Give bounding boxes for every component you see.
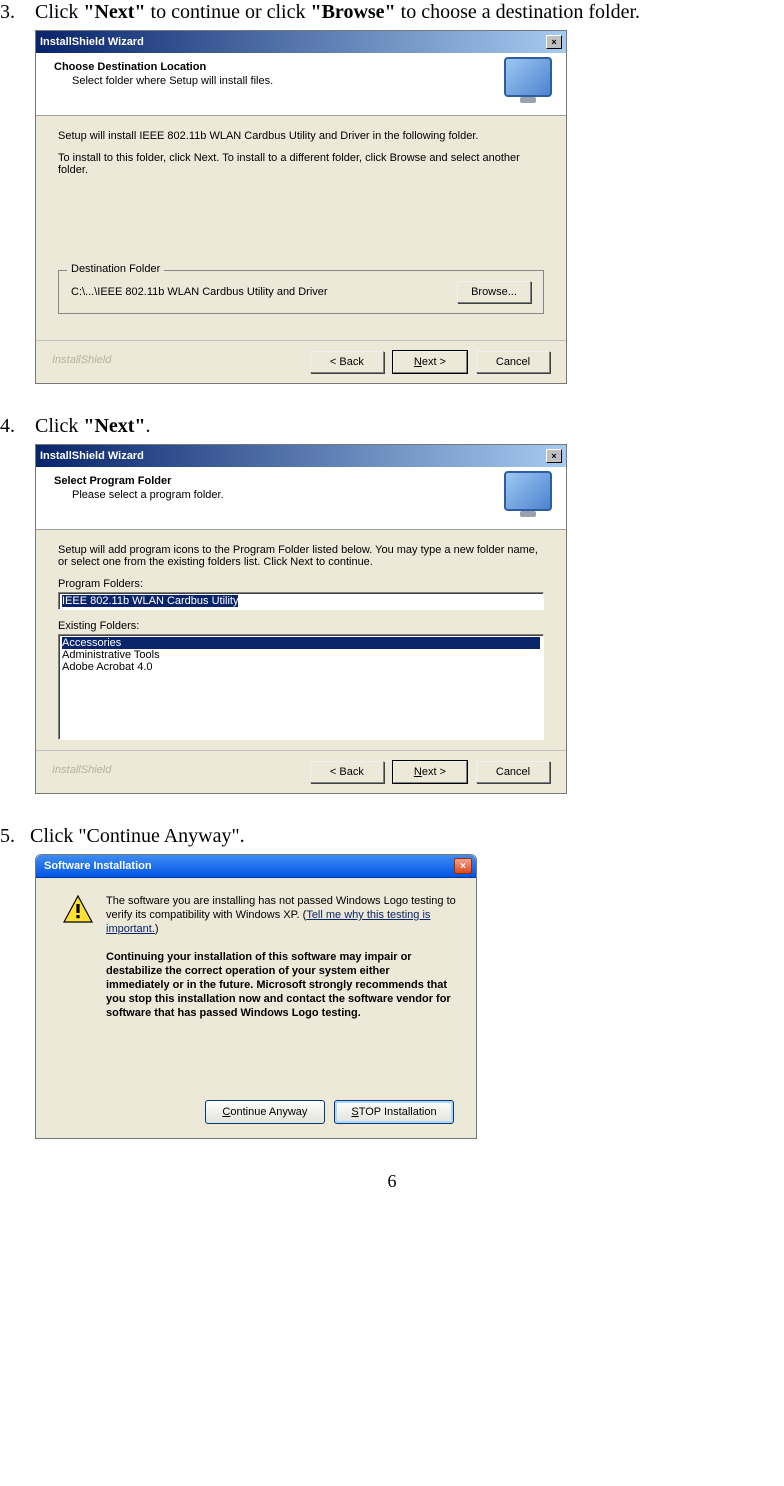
window-title: InstallShield Wizard (40, 450, 144, 462)
list-item[interactable]: Accessories (62, 637, 540, 649)
close-icon[interactable]: × (546, 449, 562, 463)
step-3: 3. Click "Next" to continue or click "Br… (0, 0, 784, 384)
back-button[interactable]: < Back (310, 761, 384, 783)
window-title: Software Installation (44, 860, 152, 872)
header-subtitle: Please select a program folder. (72, 489, 554, 501)
wizard-footer: InstallShield < Back Next > Cancel (36, 340, 566, 383)
dialog-body: The software you are installing has not … (36, 878, 476, 1138)
step-5: 5.Click "Continue Anyway". Software Inst… (0, 824, 784, 1139)
titlebar[interactable]: InstallShield Wizard × (36, 31, 566, 53)
page-number: 6 (0, 1171, 784, 1192)
next-button[interactable]: Next > (393, 351, 467, 373)
wizard-content: Setup will install IEEE 802.11b WLAN Car… (36, 116, 566, 340)
document-page: 3. Click "Next" to continue or click "Br… (0, 0, 784, 1202)
cancel-button[interactable]: Cancel (476, 761, 550, 783)
titlebar[interactable]: Software Installation × (36, 855, 476, 878)
header-title: Choose Destination Location (54, 61, 554, 73)
computer-icon (504, 471, 554, 521)
program-folders-label: Program Folders: (58, 578, 544, 590)
existing-folders-label: Existing Folders: (58, 620, 544, 632)
wizard-header: Select Program Folder Please select a pr… (36, 467, 566, 530)
wizard-header: Choose Destination Location Select folde… (36, 53, 566, 116)
close-icon[interactable]: × (546, 35, 562, 49)
browse-button[interactable]: Browse... (457, 281, 531, 303)
header-subtitle: Select folder where Setup will install f… (72, 75, 554, 87)
wizard-footer: InstallShield < Back Next > Cancel (36, 750, 566, 793)
destination-folder-group: Destination Folder C:\...\IEEE 802.11b W… (58, 270, 544, 314)
continue-anyway-button[interactable]: Continue Anyway (205, 1100, 325, 1124)
installshield-brand: InstallShield (52, 354, 111, 366)
program-folder-input[interactable]: IEEE 802.11b WLAN Cardbus Utility (58, 592, 544, 610)
wizard-content: Setup will add program icons to the Prog… (36, 530, 566, 750)
step-3-text: 3. Click "Next" to continue or click "Br… (0, 0, 784, 24)
screenshot-3: Software Installation × The software you… (35, 854, 477, 1139)
destination-path: C:\...\IEEE 802.11b WLAN Cardbus Utility… (71, 286, 457, 298)
wizard-body: Select Program Folder Please select a pr… (36, 467, 566, 793)
titlebar[interactable]: InstallShield Wizard × (36, 445, 566, 467)
cancel-button[interactable]: Cancel (476, 351, 550, 373)
wizard-body: Choose Destination Location Select folde… (36, 53, 566, 383)
screenshot-1: InstallShield Wizard × Choose Destinatio… (35, 30, 567, 384)
warning-text: The software you are installing has not … (106, 894, 456, 936)
next-button[interactable]: Next > (393, 761, 467, 783)
back-button[interactable]: < Back (310, 351, 384, 373)
list-item[interactable]: Adobe Acrobat 4.0 (62, 661, 540, 673)
warning-icon (62, 894, 94, 926)
installshield-brand: InstallShield (52, 764, 111, 776)
close-icon[interactable]: × (454, 858, 472, 874)
dialog-footer: Continue Anyway STOP Installation (50, 1090, 462, 1138)
destination-folder-legend: Destination Folder (67, 263, 164, 275)
screenshot-2: InstallShield Wizard × Select Program Fo… (35, 444, 567, 794)
window-title: InstallShield Wizard (40, 36, 144, 48)
computer-icon (504, 57, 554, 107)
step-4: 4. Click "Next". InstallShield Wizard × … (0, 414, 784, 794)
list-item[interactable]: Administrative Tools (62, 649, 540, 661)
step-4-text: 4. Click "Next". (0, 414, 784, 438)
step-5-text: 5.Click "Continue Anyway". (0, 824, 784, 848)
content-line-2: To install to this folder, click Next. T… (58, 152, 544, 176)
content-line-1: Setup will install IEEE 802.11b WLAN Car… (58, 130, 544, 142)
header-title: Select Program Folder (54, 475, 554, 487)
warning-bold-text: Continuing your installation of this sof… (106, 950, 456, 1020)
stop-installation-button[interactable]: STOP Installation (334, 1100, 454, 1124)
existing-folders-list[interactable]: Accessories Administrative Tools Adobe A… (58, 634, 544, 740)
content-line-1: Setup will add program icons to the Prog… (58, 544, 544, 568)
